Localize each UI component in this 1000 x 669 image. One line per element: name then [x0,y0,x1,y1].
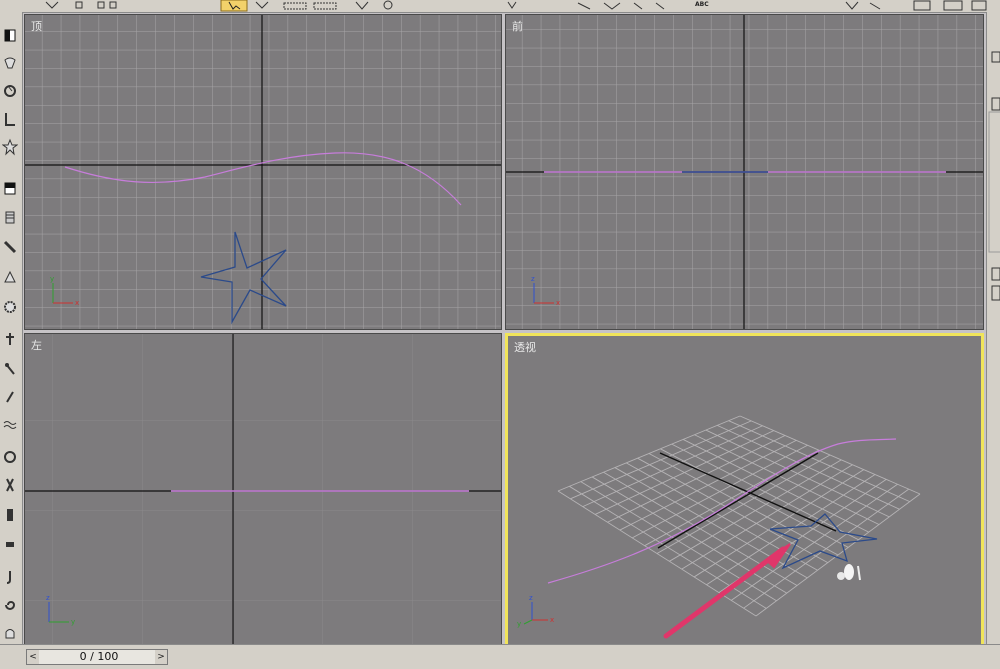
svg-text:y: y [71,618,75,626]
bend-icon[interactable] [2,238,18,256]
pen-icon[interactable] [2,388,18,406]
svg-text:x: x [75,299,79,307]
time-slider[interactable]: < 0 / 100 > [26,649,168,665]
left-toolbar [0,12,23,644]
rotate-icon[interactable] [2,82,18,100]
loop-icon[interactable] [2,448,18,466]
viewport-label-top: 顶 [31,20,42,33]
svg-text:x: x [550,616,554,624]
tool-icon[interactable] [2,360,18,378]
svg-text:x: x [556,299,560,307]
box-icon[interactable] [2,180,18,198]
viewport-front[interactable]: 前 z x [505,14,984,330]
viewport-top[interactable]: 顶 y x [24,14,502,330]
time-next-button[interactable]: > [155,650,167,664]
axis-tripod-xz: z x [531,275,560,307]
svg-text:z: z [529,594,533,602]
wave-icon[interactable] [2,416,18,434]
text-tool-label[interactable]: ABC [695,0,709,10]
gear-icon[interactable] [2,298,18,316]
hand-icon[interactable] [2,624,18,642]
cylinder-icon[interactable] [2,208,18,226]
time-prev-button[interactable]: < [27,650,39,664]
svg-text:z: z [531,275,535,283]
taper-icon[interactable] [2,268,18,286]
hook-icon[interactable] [2,568,18,586]
time-slider-value: 0 / 100 [79,650,119,663]
twist-icon[interactable] [2,476,18,494]
status-bar: < 0 / 100 > [0,644,1000,669]
axis-tripod-xy: y x [50,275,79,307]
pin-icon[interactable] [2,330,18,348]
svg-text:y: y [50,275,54,283]
move-icon[interactable] [2,54,18,72]
svg-text:y: y [517,620,521,628]
viewport-label-perspective: 透视 [514,341,536,354]
viewport-label-front: 前 [512,20,523,33]
viewport-perspective[interactable]: 透视 z x y [505,333,984,649]
redo-icon [75,1,83,9]
viewport-left[interactable]: 左 z y [24,333,502,649]
undo-icon [45,1,59,9]
main-toolbar: ABC [0,0,1000,13]
spiral-icon[interactable] [2,596,18,614]
svg-text:z: z [46,594,50,602]
block-icon[interactable] [2,506,18,524]
star-shape-icon[interactable] [2,138,18,156]
scale-icon[interactable] [2,110,18,128]
axis-tripod-yz: z y [46,594,75,626]
viewport-label-left: 左 [31,339,42,352]
axis-tripod-xyz: z x y [517,594,554,628]
tag-icon[interactable] [2,536,18,554]
create-panel-icon[interactable] [2,26,18,44]
command-panel [986,12,1000,644]
